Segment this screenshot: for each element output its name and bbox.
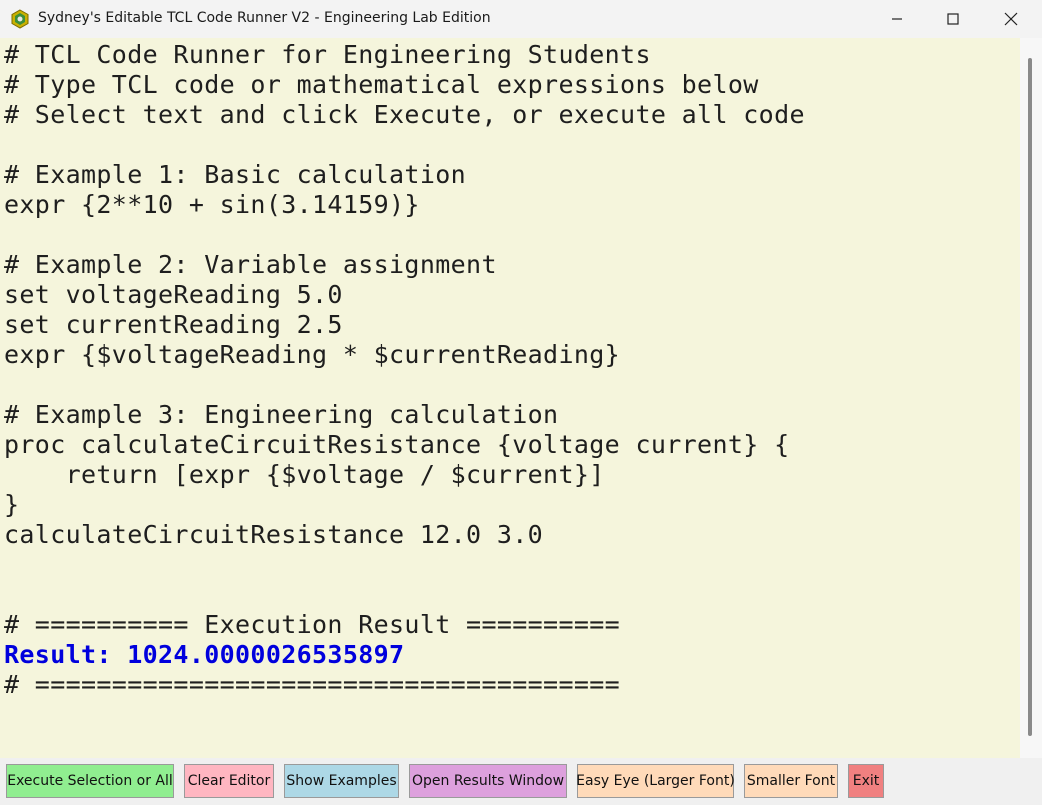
maximize-button[interactable]: [924, 0, 982, 38]
close-icon: [1004, 12, 1018, 26]
title-bar[interactable]: Sydney's Editable TCL Code Runner V2 - E…: [0, 0, 1042, 38]
window-title: Sydney's Editable TCL Code Runner V2 - E…: [38, 10, 491, 26]
code-line: # ========== Execution Result ==========: [4, 610, 621, 639]
code-line: # Example 2: Variable assignment: [4, 250, 497, 279]
code-line: # ======================================: [4, 670, 621, 699]
code-line: # Example 1: Basic calculation: [4, 160, 467, 189]
code-line: return [expr {$voltage / $current}]: [4, 460, 605, 489]
tcl-feather-icon[interactable]: [10, 9, 30, 29]
code-text-area[interactable]: # TCL Code Runner for Engineering Studen…: [4, 40, 805, 700]
maximize-icon: [947, 13, 959, 25]
minimize-icon: [891, 13, 903, 25]
code-line: expr {$voltageReading * $currentReading}: [4, 340, 621, 369]
vertical-scrollbar[interactable]: [1020, 38, 1042, 758]
code-line: set voltageReading 5.0: [4, 280, 343, 309]
code-line: # Type TCL code or mathematical expressi…: [4, 70, 759, 99]
button-toolbar: Execute Selection or All Clear Editor Sh…: [0, 758, 1042, 805]
app-window: Sydney's Editable TCL Code Runner V2 - E…: [0, 0, 1042, 805]
larger-font-button[interactable]: Easy Eye (Larger Font): [576, 764, 735, 798]
code-line: proc calculateCircuitResistance {voltage…: [4, 430, 790, 459]
exit-button[interactable]: Exit: [848, 764, 884, 798]
close-button[interactable]: [982, 0, 1040, 38]
code-editor[interactable]: # TCL Code Runner for Engineering Studen…: [0, 38, 1020, 758]
code-line: # Select text and click Execute, or exec…: [4, 100, 805, 129]
scrollbar-thumb[interactable]: [1028, 58, 1032, 736]
code-line: expr {2**10 + sin(3.14159)}: [4, 190, 420, 219]
code-line: # Example 3: Engineering calculation: [4, 400, 559, 429]
execute-selection-button[interactable]: Execute Selection or All: [6, 764, 174, 798]
code-line: }: [4, 490, 20, 519]
clear-editor-button[interactable]: Clear Editor: [184, 764, 274, 798]
code-line: # TCL Code Runner for Engineering Studen…: [4, 40, 651, 69]
minimize-button[interactable]: [868, 0, 926, 38]
execution-result-line: Result: 1024.0000026535897: [4, 640, 405, 669]
show-examples-button[interactable]: Show Examples: [284, 764, 399, 798]
code-line: calculateCircuitResistance 12.0 3.0: [4, 520, 544, 549]
code-line: set currentReading 2.5: [4, 310, 343, 339]
smaller-font-button[interactable]: Smaller Font: [744, 764, 838, 798]
open-results-window-button[interactable]: Open Results Window: [409, 764, 567, 798]
